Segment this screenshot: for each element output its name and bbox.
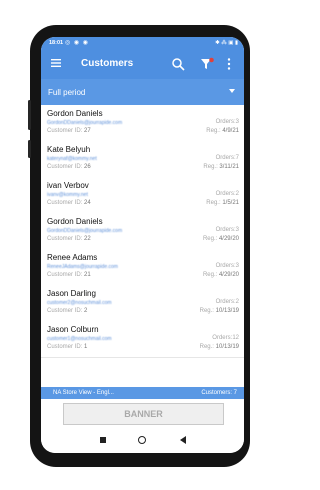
customer-name: Jason Colburn (47, 325, 99, 334)
customer-email: ReneeJAdams@jourrapide.com (47, 264, 118, 270)
home-icon[interactable] (138, 436, 146, 444)
more-options-icon[interactable] (225, 57, 233, 71)
recents-icon[interactable] (100, 437, 106, 443)
customer-name: Jason Darling (47, 289, 96, 298)
customer-row[interactable]: Gordon Daniels GordonDDaniels@jourrapide… (41, 213, 244, 250)
customer-id: Customer ID: 21 (47, 272, 91, 278)
customer-name: Gordon Daniels (47, 109, 103, 118)
customer-row[interactable]: ivan Verbov ivanv@kommy.net Customer ID:… (41, 177, 244, 214)
customer-email: customer2@nosuchmail.com (47, 300, 112, 306)
customer-row[interactable]: Gordon Daniels GordonDDaniels@jourrapide… (41, 105, 244, 142)
app-screen: 18:01 ◎ ◉ ◉ ✱ ⁂ ▣ ▮ Customers Full perio… (41, 37, 244, 453)
status-bar: 18:01 ◎ ◉ ◉ ✱ ⁂ ▣ ▮ (41, 37, 244, 49)
customer-name: ivan Verbov (47, 181, 89, 190)
android-nav-bar (41, 429, 244, 453)
customer-email: customer1@nosuchmail.com (47, 336, 112, 342)
customer-name: Kate Belyuh (47, 145, 91, 154)
customer-registered: Reg.: 4/9/21 (206, 128, 239, 134)
dropdown-arrow-icon (229, 89, 235, 93)
page-title: Customers (81, 58, 134, 69)
customer-registered: Reg.: 3/11/21 (203, 164, 239, 170)
back-icon[interactable] (180, 436, 186, 444)
customer-orders: Orders:3 (215, 263, 239, 269)
volume-button (28, 100, 31, 130)
customer-row[interactable]: Jason Colburn customer1@nosuchmail.com C… (41, 321, 244, 358)
customer-email: ivanv@kommy.net (47, 192, 88, 198)
customer-email: GordonDDaniels@jourrapide.com (47, 228, 123, 234)
customer-orders: Orders:2 (215, 191, 239, 197)
customer-row[interactable]: Renee Adams ReneeJAdams@jourrapide.com C… (41, 249, 244, 286)
customer-count: Customers: 7 (201, 390, 237, 396)
customer-orders: Orders:2 (215, 299, 239, 305)
customer-registered: Reg.: 4/29/20 (202, 236, 239, 242)
customer-registered: Reg.: 1/5/21 (206, 200, 239, 206)
search-icon[interactable] (171, 57, 185, 71)
customer-orders: Orders:3 (215, 119, 239, 125)
customer-id: Customer ID: 22 (47, 236, 91, 242)
customer-email: katerynaf@kommy.net (47, 156, 97, 162)
customer-registered: Reg.: 10/13/19 (199, 344, 239, 350)
store-view-selector[interactable]: NA Store View - Engl... (53, 390, 114, 396)
period-dropdown[interactable]: Full period (41, 79, 244, 105)
menu-icon[interactable] (50, 57, 62, 69)
customer-registered: Reg.: 10/13/19 (199, 308, 239, 314)
customer-registered: Reg.: 4/29/20 (202, 272, 239, 278)
customer-email: GordonDDaniels@jourrapide.com (47, 120, 123, 126)
status-time: 18:01 (49, 40, 64, 46)
period-selected-value: Full period (48, 88, 86, 97)
filter-icon[interactable] (200, 57, 214, 71)
customer-orders: Orders:7 (215, 155, 239, 161)
power-button (28, 140, 31, 158)
banner-ad[interactable]: BANNER (63, 403, 224, 425)
store-footer: NA Store View - Engl... Customers: 7 (41, 387, 244, 399)
customer-id: Customer ID: 2 (47, 308, 88, 314)
customer-id: Customer ID: 26 (47, 164, 91, 170)
customer-row[interactable]: Kate Belyuh katerynaf@kommy.net Customer… (41, 141, 244, 178)
system-icons: ✱ ⁂ ▣ ▮ (215, 40, 238, 46)
customer-name: Renee Adams (47, 253, 98, 262)
customer-name: Gordon Daniels (47, 217, 103, 226)
customer-orders: Orders:3 (215, 227, 239, 233)
customer-id: Customer ID: 24 (47, 200, 91, 206)
customer-orders: Orders:12 (212, 335, 239, 341)
customer-row[interactable]: Jason Darling customer2@nosuchmail.com C… (41, 285, 244, 322)
customer-id: Customer ID: 1 (47, 344, 88, 350)
customer-id: Customer ID: 27 (47, 128, 91, 134)
notification-icons: ◎ ◉ ◉ (65, 40, 90, 46)
app-bar: Customers (41, 49, 244, 79)
